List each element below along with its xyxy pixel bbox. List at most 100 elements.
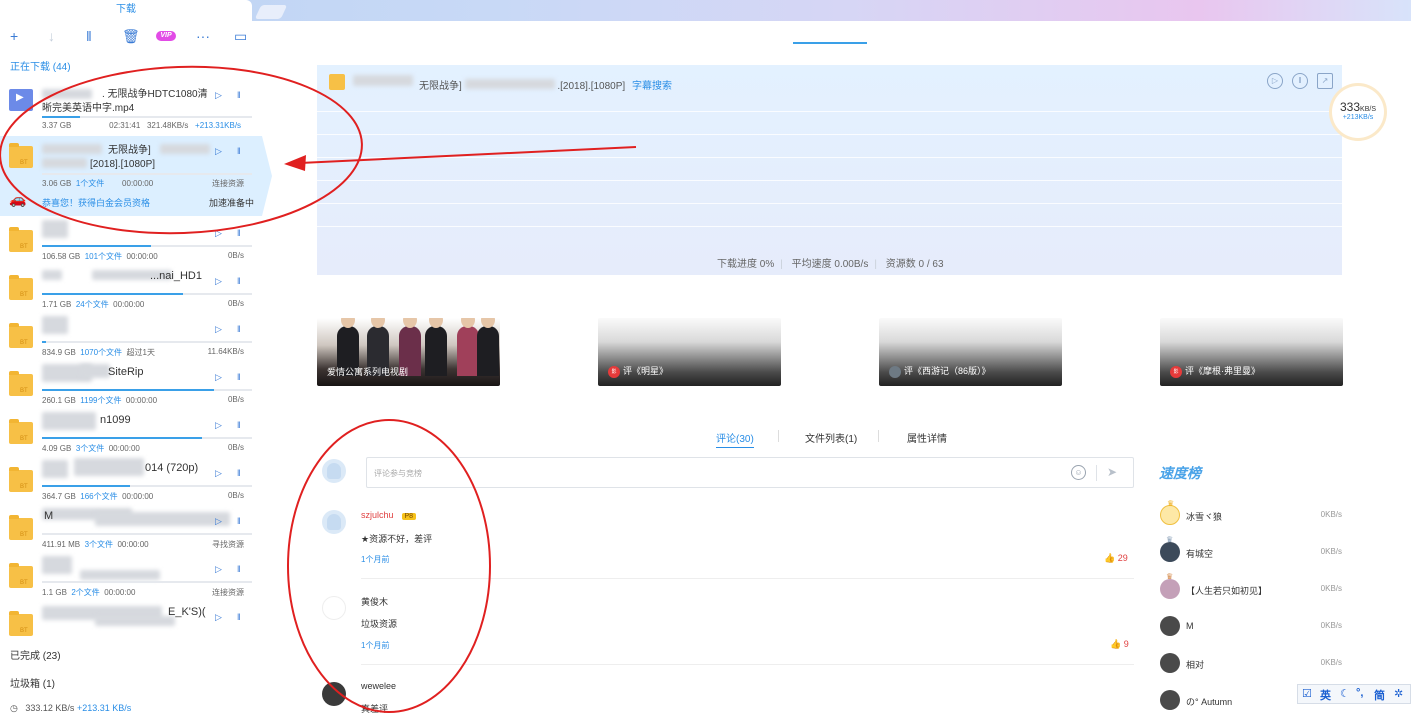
speed-board-row[interactable]: 相对 0KB/s [1160, 653, 1342, 675]
progress-fill [42, 485, 131, 487]
play-icon[interactable]: ▷ [215, 612, 222, 623]
item-meta: 106.58 GB 101个文件 00:00:00 [42, 252, 158, 261]
comment-input[interactable]: 评论参与竞榜 ☺ ➤ [366, 457, 1134, 488]
recommend-card[interactable]: 评《西游记（86版）》 [879, 318, 1062, 386]
item-name: SiteRip [108, 366, 144, 378]
tab-properties[interactable]: 属性详情 [907, 430, 947, 445]
list-item[interactable]: BT ...nai_HD1 ▷ ‖ 1.71 GB 24个文件 00:00:00 0B/s [0, 266, 262, 314]
promo-text[interactable]: 恭喜您！获得白金会员资格 [42, 196, 150, 209]
list-item[interactable]: BT E_K'S)(▷ ‖ [0, 602, 262, 650]
pause-icon[interactable]: ‖ [237, 324, 241, 334]
more-icon[interactable]: ··· [196, 28, 210, 44]
pause-icon[interactable]: ‖ [237, 564, 241, 574]
vip-button[interactable]: VIP [156, 31, 176, 41]
play-icon[interactable]: ▷ [215, 516, 222, 527]
item-status: 寻找资源 [212, 540, 244, 549]
recommend-card[interactable]: 影评《明星》 [598, 318, 781, 386]
ime-logo-icon[interactable]: ☑ [1302, 687, 1312, 700]
user-avatar-icon [889, 366, 901, 378]
speed-board-row[interactable]: ♛ 冰雪ヾ狼 0KB/s [1160, 499, 1342, 527]
comment-user[interactable]: 黄俊木 [361, 595, 388, 608]
recommend-card[interactable]: 影评《摩根·弗里曼》 [1160, 318, 1343, 386]
tab-comments[interactable]: 评论(30) [716, 430, 754, 448]
list-item[interactable]: BT ▷ ‖ 834.9 GB 1070个文件 超过1天 11.64KB/s [0, 314, 262, 362]
list-item[interactable]: BT ▷ ‖ 1.1 GB 2个文件 00:00:00 连接资源 [0, 554, 262, 602]
play-icon[interactable]: ▷ [215, 276, 222, 287]
tab-new[interactable] [254, 5, 288, 19]
pause-icon[interactable]: ‖ [237, 146, 241, 156]
speed-board-row[interactable]: ♛ 有城空 0KB/s [1160, 535, 1342, 564]
item-name-line2: 晰完美英语中字.mp4 [42, 103, 135, 114]
pause-icon[interactable]: ‖ [237, 612, 241, 622]
emoji-icon[interactable]: ☺ [1071, 465, 1086, 480]
list-item[interactable]: BT 014 (720p) ▷ ‖ 364.7 GB 166个文件 00:00:00 0B… [0, 458, 262, 506]
avatar [1160, 690, 1180, 710]
moon-icon[interactable]: ☾ [1340, 687, 1350, 700]
crown-icon: ♛ [1166, 572, 1174, 581]
play-icon[interactable]: ▷ [1267, 73, 1283, 89]
recommend-card[interactable]: 爱情公寓系列电视剧 [317, 318, 500, 386]
play-icon[interactable]: ▷ [215, 146, 222, 157]
tab-file-list[interactable]: 文件列表(1) [805, 430, 857, 445]
speed-board-row[interactable]: ♛ 【人生若只如初见】 0KB/s [1160, 572, 1342, 601]
play-icon[interactable]: ▷ [215, 372, 222, 383]
review-badge-icon: 影 [608, 366, 620, 378]
section-completed[interactable]: 已完成 (23) [10, 647, 61, 662]
pause-icon[interactable]: ‖ [237, 90, 241, 100]
pause-icon[interactable]: ‖ [237, 228, 241, 238]
progress-bar [42, 485, 252, 487]
pause-icon[interactable]: ‖ [237, 468, 241, 478]
comment-user[interactable]: szjulchu P8 [361, 510, 417, 520]
like-button[interactable]: 👍 29 [1104, 553, 1128, 564]
list-item[interactable]: BT ▷ ‖ 106.58 GB 101个文件 00:00:00 0B/s [0, 218, 262, 266]
item-status: 11.64KB/s [207, 347, 244, 356]
ime-mode[interactable]: 简 [1374, 687, 1385, 703]
avatar[interactable] [322, 510, 346, 534]
send-icon[interactable]: ➤ [1107, 465, 1117, 479]
subtitle-search-link[interactable]: 字幕搜索 [632, 81, 672, 92]
section-trash[interactable]: 垃圾箱 (1) [10, 675, 55, 690]
speed-bubble[interactable]: 333KB/S +213KB/s [1332, 86, 1384, 138]
punct-icon[interactable]: °, [1356, 687, 1363, 699]
pause-icon[interactable]: ‖ [1292, 73, 1308, 89]
play-icon[interactable]: ▷ [215, 420, 222, 431]
list-item[interactable]: BT n1099 ▷ ‖ 4.09 GB 3个文件 00:00:00 0B/s [0, 410, 262, 458]
comment-user[interactable]: wewelee [361, 681, 396, 691]
ime-settings-icon[interactable]: ✲ [1394, 687, 1403, 700]
play-icon[interactable]: ▷ [215, 324, 222, 335]
comment-text: ★资源不好，差评 [361, 534, 433, 544]
section-downloading[interactable]: 正在下载 (44) [10, 58, 71, 73]
pause-icon[interactable]: ‖ [237, 516, 241, 526]
pause-icon[interactable]: ‖ [237, 372, 241, 382]
avatar[interactable] [322, 682, 346, 706]
pause-icon[interactable]: ‖ [237, 420, 241, 430]
play-icon[interactable]: ▷ [215, 564, 222, 575]
item-meta: 1.71 GB 24个文件 00:00:00 [42, 300, 145, 309]
ime-toolbar[interactable]: ☑ 英 ☾ °, 简 ✲ [1297, 684, 1411, 704]
progress-bar [42, 245, 252, 247]
play-icon[interactable]: ▷ [215, 90, 222, 101]
progress-bar [42, 116, 252, 118]
list-item[interactable]: BT M ▷ ‖ 411.91 MB 3个文件 00:00:00 寻找资源 [0, 506, 262, 554]
list-item-selected[interactable]: BT 无限战争] [2018].[1080P] ▷ ‖ 3.06 GB 1个文件… [0, 136, 262, 216]
avatar[interactable] [322, 596, 346, 620]
pause-icon[interactable]: ‖ [86, 28, 92, 44]
play-icon[interactable]: ▷ [215, 468, 222, 479]
pause-icon[interactable]: ‖ [237, 276, 241, 286]
annotation-arrowhead [284, 155, 306, 171]
tab-download[interactable]: 下载 [0, 0, 252, 21]
ime-lang[interactable]: 英 [1320, 687, 1331, 703]
download-icon[interactable]: ↓ [48, 28, 55, 44]
monitor-icon[interactable]: ▭ [234, 28, 247, 44]
open-external-icon[interactable]: ↗ [1317, 73, 1333, 89]
thumb-up-icon: 👍 [1110, 639, 1122, 649]
play-icon[interactable]: ▷ [215, 228, 222, 239]
like-button[interactable]: 👍 9 [1110, 639, 1129, 650]
list-item[interactable]: BT SiteRip ▷ ‖ 260.1 GB 1199个文件 00:00:00 0B/s [0, 362, 262, 410]
list-item[interactable]: . 无限战争HDTC1080清 晰完美英语中字.mp4 ▷ ‖ 3.37 GB … [0, 86, 262, 136]
add-icon[interactable]: + [10, 28, 18, 44]
rank-user: の° Autumn [1186, 697, 1233, 707]
rank-speed: 0KB/s [1320, 510, 1342, 519]
trash-icon[interactable]: 🗑 [122, 28, 140, 44]
speed-board-row[interactable]: M 0KB/s [1160, 616, 1342, 638]
